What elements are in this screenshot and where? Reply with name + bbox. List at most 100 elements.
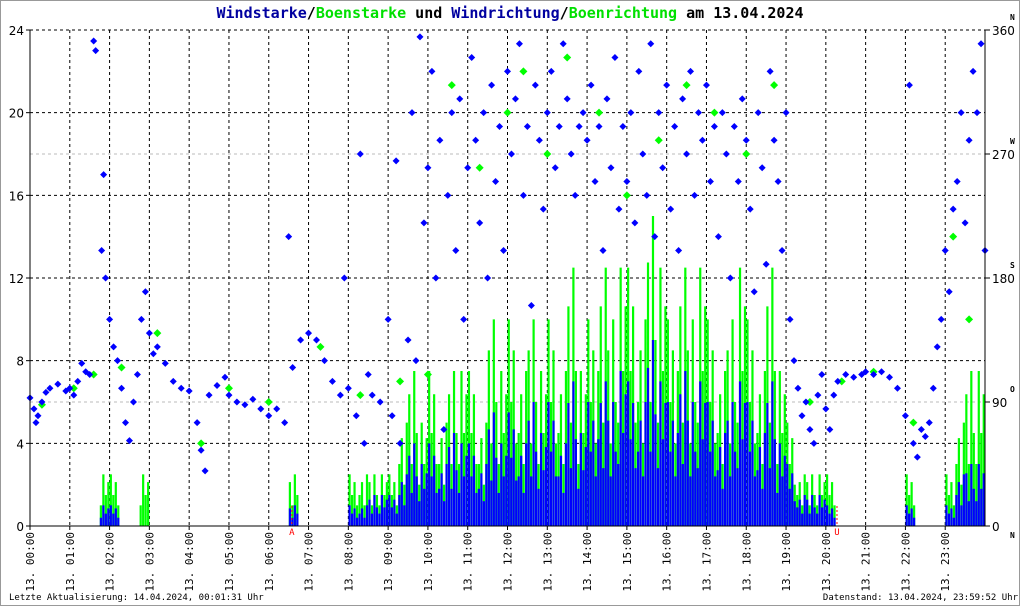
gust-direction-point — [396, 377, 405, 386]
x-tick-label: 13. 11:00 — [462, 532, 475, 592]
wind-direction-point — [778, 246, 786, 254]
wind-direction-point — [448, 109, 456, 117]
wind-direction-point — [257, 405, 265, 413]
wind-direction-point — [766, 67, 774, 75]
wind-direction-point — [818, 370, 826, 378]
wind-direction-point — [571, 191, 579, 199]
wind-direction-point — [452, 246, 460, 254]
wind-direction-point — [384, 315, 392, 323]
wind-direction-point — [492, 178, 500, 186]
x-tick-label: 13. 18:00 — [740, 532, 753, 592]
wind-direction-point — [790, 357, 798, 365]
wind-direction-point — [428, 67, 436, 75]
left-tick-label: 4 — [16, 437, 24, 451]
wind-direction-point — [786, 315, 794, 323]
wind-direction-point — [137, 315, 145, 323]
wind-direction-point — [695, 109, 702, 117]
wind-direction-point — [352, 412, 360, 420]
wind-direction-point — [969, 67, 977, 75]
wind-direction-point — [738, 95, 746, 103]
wind-direction-point — [595, 122, 603, 130]
wind-direction-point — [225, 391, 233, 399]
wind-direction-point — [547, 67, 555, 75]
wind-direction-point — [702, 81, 710, 89]
wind-direction-point — [531, 81, 539, 89]
x-tick-label: 13. 06:00 — [263, 532, 276, 592]
wind-direction-point — [643, 191, 651, 199]
wind-direction-point — [344, 384, 352, 392]
wind-direction-point — [133, 370, 141, 378]
wind-direction-point — [615, 205, 623, 213]
wind-direction-point — [961, 219, 969, 227]
gust-direction-point — [224, 384, 233, 393]
x-tick-label: 13. 10:00 — [422, 532, 435, 592]
x-tick-label: 13. 08:00 — [342, 532, 355, 592]
wind-direction-point — [149, 350, 157, 358]
wind-direction-point — [691, 191, 699, 199]
gust-direction-point — [563, 53, 572, 62]
wind-direction-point — [114, 357, 122, 365]
wind-direction-point — [587, 81, 595, 89]
wind-direction-point — [30, 405, 38, 413]
wind-direction-point — [122, 419, 129, 427]
wind-direction-point — [408, 109, 416, 117]
wind-direction-point — [822, 405, 830, 413]
wind-direction-point — [464, 164, 472, 172]
wind-direction-point — [850, 373, 858, 381]
wind-direction-point — [281, 419, 289, 427]
wind-direction-point — [404, 336, 412, 344]
gust-direction-point — [742, 150, 751, 158]
wind-direction-point — [698, 136, 706, 144]
wind-direction-point — [320, 357, 328, 365]
sun-marker-label: U — [834, 528, 839, 538]
gust-direction-point — [519, 67, 528, 76]
wind-direction-point — [201, 467, 209, 475]
wind-direction-point — [145, 329, 153, 337]
wind-direction-point — [973, 109, 981, 117]
right-tick-label: 90 — [992, 396, 1007, 410]
wind-direction-point — [635, 67, 643, 75]
wind-direction-point — [917, 426, 925, 434]
wind-direction-point — [631, 219, 639, 227]
wind-direction-point — [619, 122, 627, 130]
wind-direction-point — [726, 274, 734, 282]
x-tick-label: 13. 20:00 — [820, 532, 833, 592]
x-tick-label: 13. 00:00 — [24, 532, 37, 592]
wind-direction-point — [945, 288, 953, 296]
wind-direction-point — [754, 109, 762, 117]
wind-direction-point — [480, 109, 488, 117]
wind-direction-point — [762, 260, 770, 268]
wind-direction-point — [555, 122, 563, 130]
gust-direction-point — [965, 315, 974, 324]
gust-direction-point — [153, 329, 162, 338]
wind-direction-point — [153, 343, 161, 351]
wind-direction-point — [177, 384, 185, 392]
gust-direction-point — [909, 418, 918, 427]
wind-direction-point — [313, 336, 320, 344]
wind-direction-point — [687, 67, 695, 75]
x-tick-label: 13. 17:00 — [700, 532, 713, 592]
wind-direction-point — [814, 391, 822, 399]
x-tick-label: 13. 01:00 — [64, 532, 77, 592]
gust-direction-point — [622, 191, 631, 200]
wind-direction-point — [583, 136, 591, 144]
wind-direction-point — [70, 391, 78, 399]
compass-label: N — [1010, 13, 1015, 22]
wind-direction-point — [412, 357, 420, 365]
wind-direction-point — [949, 205, 957, 213]
x-tick-label: 13. 15:00 — [621, 532, 634, 592]
wind-direction-point — [551, 164, 559, 172]
wind-direction-point — [205, 391, 213, 399]
compass-label: N — [1010, 531, 1015, 540]
wind-direction-point — [607, 164, 615, 172]
wind-direction-point — [806, 426, 814, 434]
wind-direction-point — [456, 95, 464, 103]
wind-direction-point — [830, 391, 838, 399]
wind-direction-point — [627, 109, 635, 117]
wind-direction-point — [500, 246, 508, 254]
wind-direction-point — [591, 178, 599, 186]
wind-direction-point — [197, 446, 205, 454]
wind-direction-point — [249, 395, 257, 403]
wind-direction-point — [106, 315, 114, 323]
gust-direction-point — [654, 136, 663, 145]
